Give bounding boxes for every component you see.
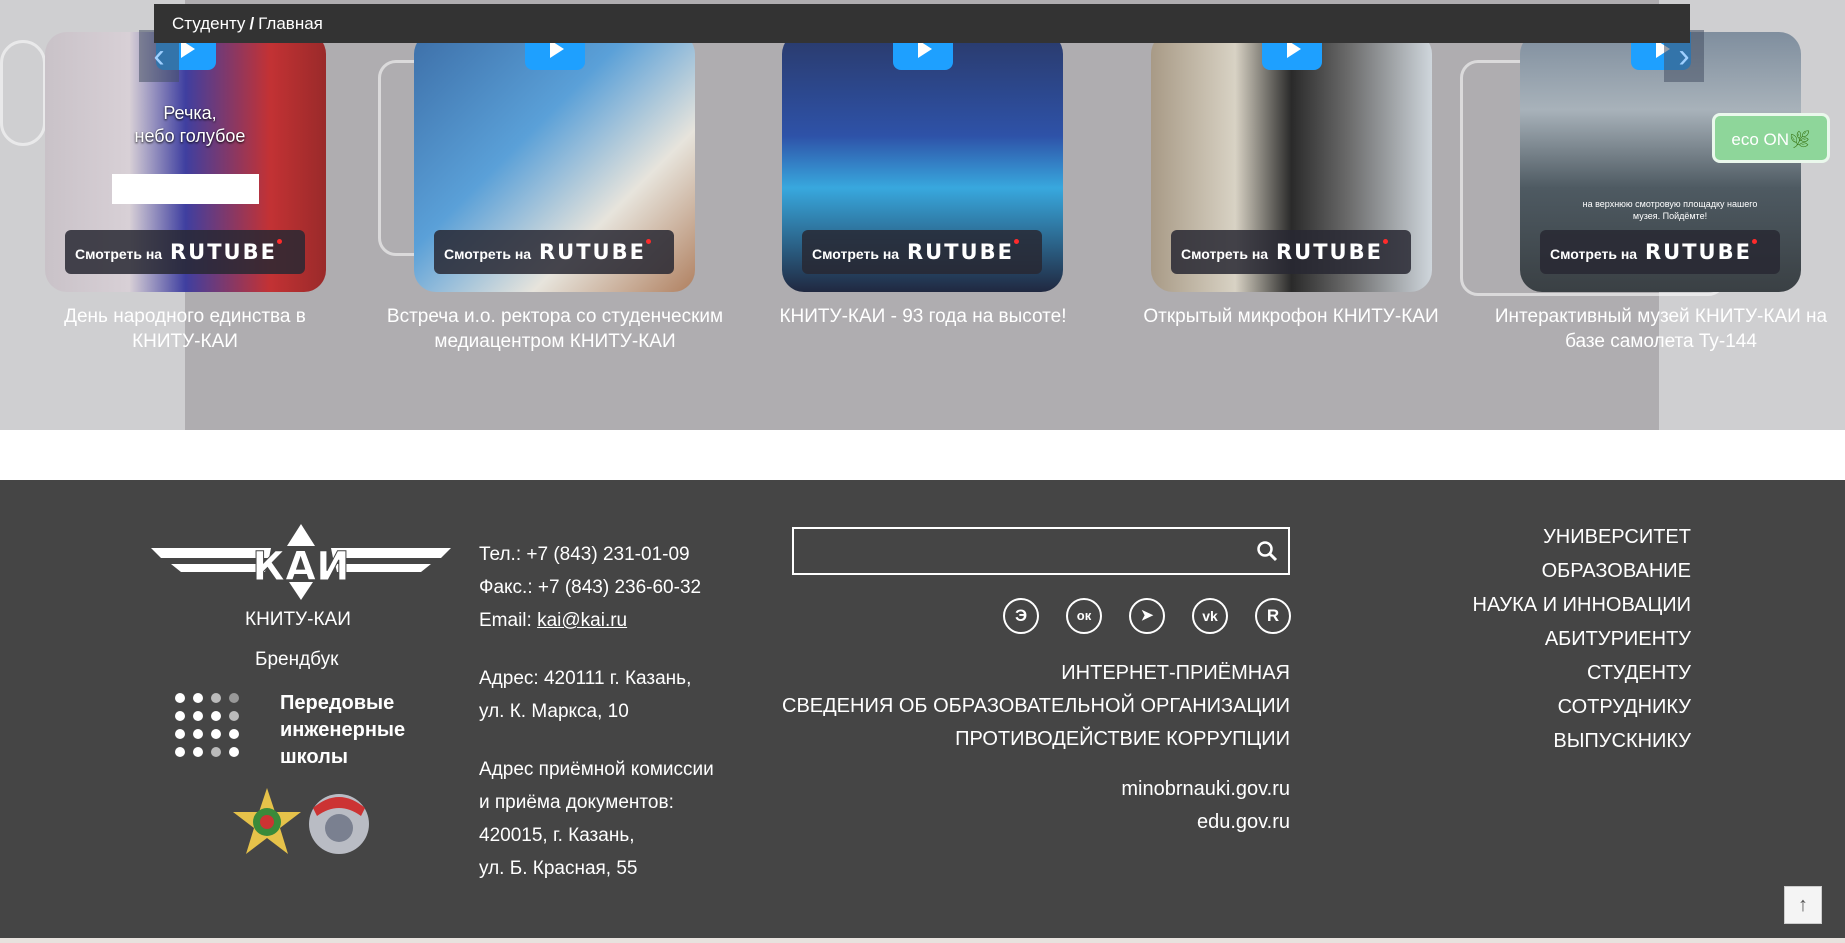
video-caption[interactable]: Встреча и.о. ректора со студенческим мед… [385,304,725,354]
rutube-dot-icon [276,239,282,244]
eco-mode-toggle[interactable]: eco ON🌿︎ [1712,113,1830,163]
watch-on-rutube-button[interactable]: Смотреть на RUTUBE [1171,230,1411,274]
internet-reception-link[interactable]: ИНТЕРНЕТ-ПРИЁМНАЯ [782,657,1290,690]
rutube-dot-icon [1013,239,1019,244]
leaf-icon: 🌿︎ [1789,130,1811,149]
video-card[interactable]: Речка, небо голубое Смотреть на RUTUBE [45,32,326,292]
org-info-link[interactable]: СВЕДЕНИЯ ОБ ОБРАЗОВАТЕЛЬНОЙ ОРГАНИЗАЦИИ [782,690,1290,723]
minobrnauki-link[interactable]: minobrnauki.gov.ru [1121,773,1290,806]
video-carousel: Студенту / Главная ‹ › Речка, небо голубое… [0,0,1845,430]
odnoklassniki-icon[interactable]: ок [1066,598,1102,634]
scroll-to-top-button[interactable]: ↑ [1784,886,1822,924]
admission-address-line: Адрес приёмной комиссии [479,759,714,780]
video-card[interactable]: Смотреть на RUTUBE [782,32,1063,292]
rutube-logo: RUTUBE [169,240,277,264]
rutube-icon[interactable]: R [1255,598,1291,634]
breadcrumb-separator: / [249,14,255,33]
nav-item-university[interactable]: УНИВЕРСИТЕТ [1473,520,1691,554]
pis-dots-icon [175,693,239,757]
video-caption[interactable]: День народного единства в КНИТУ-КАИ [35,304,335,354]
rutube-logo: RUTUBE [1644,240,1752,264]
video-card[interactable]: Смотреть на RUTUBE [414,32,695,292]
video-caption[interactable]: КНИТУ-КАИ - 93 года на высоте! [753,304,1093,329]
rutube-logo: RUTUBE [1275,240,1383,264]
admission-address-line: ул. Б. Красная, 55 [479,858,638,879]
watch-label: Смотреть на [812,246,900,262]
contacts-block: Тел.: +7 (843) 231-01-09 Факс.: +7 (843)… [479,538,714,885]
email-label: Email: [479,610,532,631]
nav-item-employee[interactable]: СОТРУДНИКУ [1473,690,1691,724]
kai-logo[interactable]: КАИ [151,524,451,600]
nav-item-student[interactable]: СТУДЕНТУ [1473,656,1691,690]
footer-nav: УНИВЕРСИТЕТ ОБРАЗОВАНИЕ НАУКА И ИННОВАЦИ… [1473,520,1691,758]
nav-item-graduate[interactable]: ВЫПУСКНИКУ [1473,724,1691,758]
watch-label: Смотреть на [1550,246,1638,262]
watch-on-rutube-button[interactable]: Смотреть на RUTUBE [1540,230,1780,274]
eco-label: eco ON [1731,130,1790,149]
nav-item-education[interactable]: ОБРАЗОВАНИЕ [1473,554,1691,588]
rutube-dot-icon [1382,239,1388,244]
rutube-logo: RUTUBE [906,240,1014,264]
brandbook-link[interactable]: Брендбук [255,648,338,672]
rutube-logo: RUTUBE [538,240,646,264]
external-links: minobrnauki.gov.ru edu.gov.ru [1121,773,1290,839]
watch-on-rutube-button[interactable]: Смотреть на RUTUBE [802,230,1042,274]
watch-label: Смотреть на [1181,246,1269,262]
footer-links: ИНТЕРНЕТ-ПРИЁМНАЯ СВЕДЕНИЯ ОБ ОБРАЗОВАТЕ… [782,657,1290,756]
telegram-icon[interactable]: ➤ [1129,598,1165,634]
admission-address-line: и приёма документов: [479,792,674,813]
video-caption[interactable]: Интерактивный музей КНИТУ-КАИ на базе са… [1491,304,1831,354]
edu-gov-link[interactable]: edu.gov.ru [1121,806,1290,839]
logo-text: КАИ [252,544,349,590]
watch-on-rutube-button[interactable]: Смотреть на RUTUBE [65,230,305,274]
rutube-dot-icon [645,239,651,244]
background-doodle [0,40,46,146]
address-line: Адрес: 420111 г. Казань, [479,668,692,689]
search-box [792,527,1290,575]
breadcrumb-current: Главная [258,14,323,33]
video-overlay-box [112,174,259,204]
org-name-link[interactable]: КНИТУ-КАИ [245,608,351,632]
e-icon[interactable]: Э [1003,598,1039,634]
video-overlay-text: на верхнюю смотровую площадку нашего муз… [1582,199,1758,221]
watch-on-rutube-button[interactable]: Смотреть на RUTUBE [434,230,674,274]
footer-bottom-strip [0,938,1845,943]
anti-corruption-link[interactable]: ПРОТИВОДЕЙСТВИЕ КОРРУПЦИИ [782,723,1290,756]
search-input[interactable] [794,529,1234,573]
video-caption[interactable]: Открытый микрофон КНИТУ-КАИ [1121,304,1461,329]
video-card[interactable]: Смотреть на RUTUBE [1151,32,1432,292]
pis-label[interactable]: Передовые инженерные школы [280,690,430,771]
awards-icon [233,788,369,854]
watch-label: Смотреть на [444,246,532,262]
phone[interactable]: Тел.: +7 (843) 231-01-09 [479,538,714,571]
page: Студенту / Главная ‹ › Речка, небо голубое… [0,0,1845,943]
watch-label: Смотреть на [75,246,163,262]
fax: Факс.: +7 (843) 236-60-32 [479,577,702,598]
address-line: ул. К. Маркса, 10 [479,701,629,722]
breadcrumb-parent[interactable]: Студенту [172,14,245,33]
video-overlay-text: Речка, небо голубое [134,103,246,146]
breadcrumb: Студенту / Главная [154,4,1690,43]
search-icon[interactable] [1256,540,1278,562]
vk-icon[interactable]: vk [1192,598,1228,634]
rutube-dot-icon [1751,239,1757,244]
nav-item-applicant[interactable]: АБИТУРИЕНТУ [1473,622,1691,656]
section-gap [0,430,1845,480]
admission-address-line: 420015, г. Казань, [479,825,635,846]
nav-item-science[interactable]: НАУКА И ИННОВАЦИИ [1473,588,1691,622]
email-link[interactable]: kai@kai.ru [537,610,627,631]
